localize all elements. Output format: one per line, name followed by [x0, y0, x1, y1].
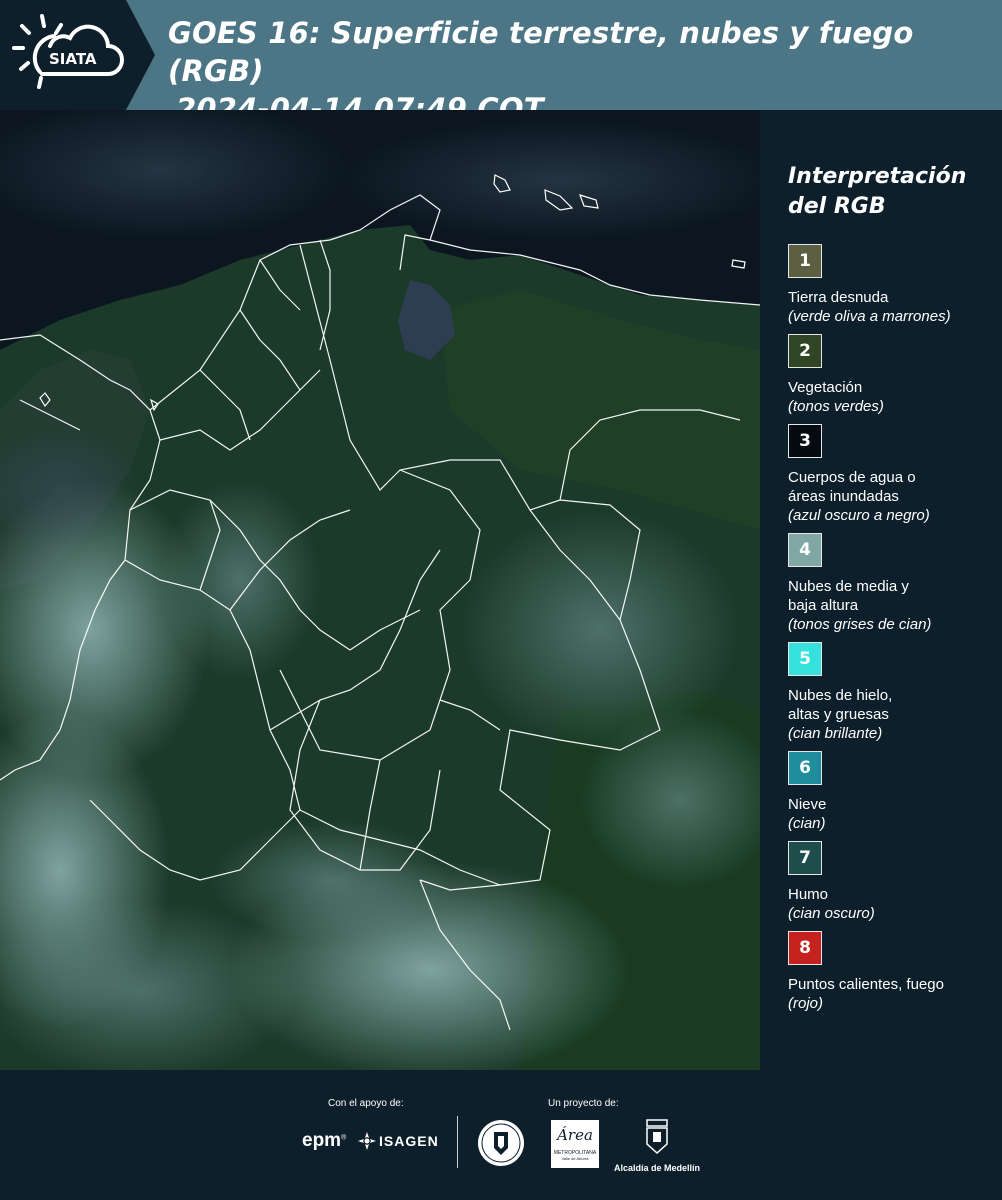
- legend-label: Tierra desnuda (verde oliva a marrones): [788, 288, 998, 326]
- alcaldia-logo-text: Alcaldía de Medellín: [613, 1163, 701, 1173]
- legend-item-4: 4 Nubes de media y baja altura (tonos gr…: [788, 533, 998, 634]
- legend-item-6: 6 Nieve (cian): [788, 751, 998, 833]
- legend-label-text: Nubes de hielo,: [788, 687, 893, 704]
- legend-label-note: (cian oscuro): [788, 905, 875, 922]
- legend-item-5: 5 Nubes de hielo, altas y gruesas (cian …: [788, 642, 998, 743]
- legend-swatch: 6: [788, 751, 822, 785]
- legend-label: Nieve (cian): [788, 795, 998, 833]
- legend-label: Nubes de hielo, altas y gruesas (cian br…: [788, 686, 998, 743]
- support-caption: Con el apoyo de:: [328, 1098, 404, 1109]
- legend-swatch: 8: [788, 931, 822, 965]
- header: SIATA GOES 16: Superficie terrestre, nub…: [0, 0, 1002, 126]
- area-logo-text: Área: [557, 1126, 593, 1144]
- legend-panel: Interpretación del RGB 1 Tierra desnuda …: [760, 110, 1002, 1070]
- university-seal: [476, 1118, 526, 1173]
- footer: Con el apoyo de: Un proyecto de: epm® IS…: [0, 1070, 1002, 1200]
- epm-logo-text: epm: [302, 1130, 342, 1151]
- coat-of-arms-icon: [646, 1119, 668, 1155]
- title-line-1: GOES 16: Superficie terrestre, nubes y f…: [168, 16, 914, 88]
- seal-icon: [478, 1120, 524, 1166]
- legend-title-line-1: Interpretación: [788, 164, 967, 189]
- sun-cloud-icon: SIATA: [12, 14, 124, 89]
- area-logo-sub2: Valle de Aburrá: [561, 1156, 589, 1161]
- legend-label-note: (cian brillante): [788, 725, 883, 742]
- legend-label: Cuerpos de agua o áreas inundadas (azul …: [788, 468, 998, 525]
- legend-label-text: Puntos calientes, fuego: [788, 976, 944, 993]
- legend-label-note: (tonos verdes): [788, 398, 884, 415]
- legend-label-note: (tonos grises de cian): [788, 616, 932, 633]
- isagen-logo-text: ISAGEN: [379, 1133, 439, 1149]
- svg-text:SIATA: SIATA: [49, 50, 97, 68]
- epm-logo: epm®: [302, 1130, 347, 1151]
- legend-label-text: Nieve: [788, 796, 827, 813]
- legend-swatch: 4: [788, 533, 822, 567]
- satellite-map: [0, 110, 760, 1070]
- legend-item-8: 8 Puntos calientes, fuego (rojo): [788, 931, 998, 1013]
- legend-label-note: (verde oliva a marrones): [788, 308, 951, 325]
- legend-swatch: 5: [788, 642, 822, 676]
- area-metropolitana-logo: Área METROPOLITANA Valle de Aburrá: [551, 1120, 599, 1168]
- legend-label: Nubes de media y baja altura (tonos gris…: [788, 577, 998, 634]
- legend-swatch: 7: [788, 841, 822, 875]
- isagen-logo: ISAGEN: [358, 1132, 439, 1150]
- legend-label-note: (azul oscuro a negro): [788, 507, 930, 524]
- legend-label: Puntos calientes, fuego (rojo): [788, 975, 998, 1013]
- legend-label-note: (cian): [788, 815, 826, 832]
- legend-label-text: Tierra desnuda: [788, 289, 889, 306]
- project-caption: Un proyecto de:: [548, 1098, 619, 1109]
- legend-label-text: Cuerpos de agua o: [788, 469, 916, 486]
- legend-swatch: 1: [788, 244, 822, 278]
- legend-item-1: 1 Tierra desnuda (verde oliva a marrones…: [788, 244, 998, 326]
- legend-label: Humo (cian oscuro): [788, 885, 998, 923]
- siata-logo: SIATA: [12, 12, 132, 98]
- legend-swatch: 3: [788, 424, 822, 458]
- legend-swatch: 2: [788, 334, 822, 368]
- legend-label-text: baja altura: [788, 597, 859, 614]
- legend-label-text: Humo: [788, 886, 829, 903]
- legend-label: Vegetación (tonos verdes): [788, 378, 998, 416]
- legend-label-note: (rojo): [788, 995, 824, 1012]
- legend-title-line-2: del RGB: [788, 194, 886, 219]
- footer-divider: [457, 1116, 458, 1168]
- legend-title: Interpretación del RGB: [788, 162, 998, 222]
- legend-item-2: 2 Vegetación (tonos verdes): [788, 334, 998, 416]
- legend-label-text: áreas inundadas: [788, 488, 899, 505]
- legend-label-text: Nubes de media y: [788, 578, 909, 595]
- legend-label-text: altas y gruesas: [788, 706, 889, 723]
- legend-item-3: 3 Cuerpos de agua o áreas inundadas (azu…: [788, 424, 998, 525]
- legend-item-7: 7 Humo (cian oscuro): [788, 841, 998, 923]
- alcaldia-logo: Alcaldía de Medellín: [612, 1118, 702, 1173]
- isagen-icon: [358, 1132, 376, 1150]
- satellite-image: [0, 110, 760, 1070]
- legend-label-text: Vegetación: [788, 379, 863, 396]
